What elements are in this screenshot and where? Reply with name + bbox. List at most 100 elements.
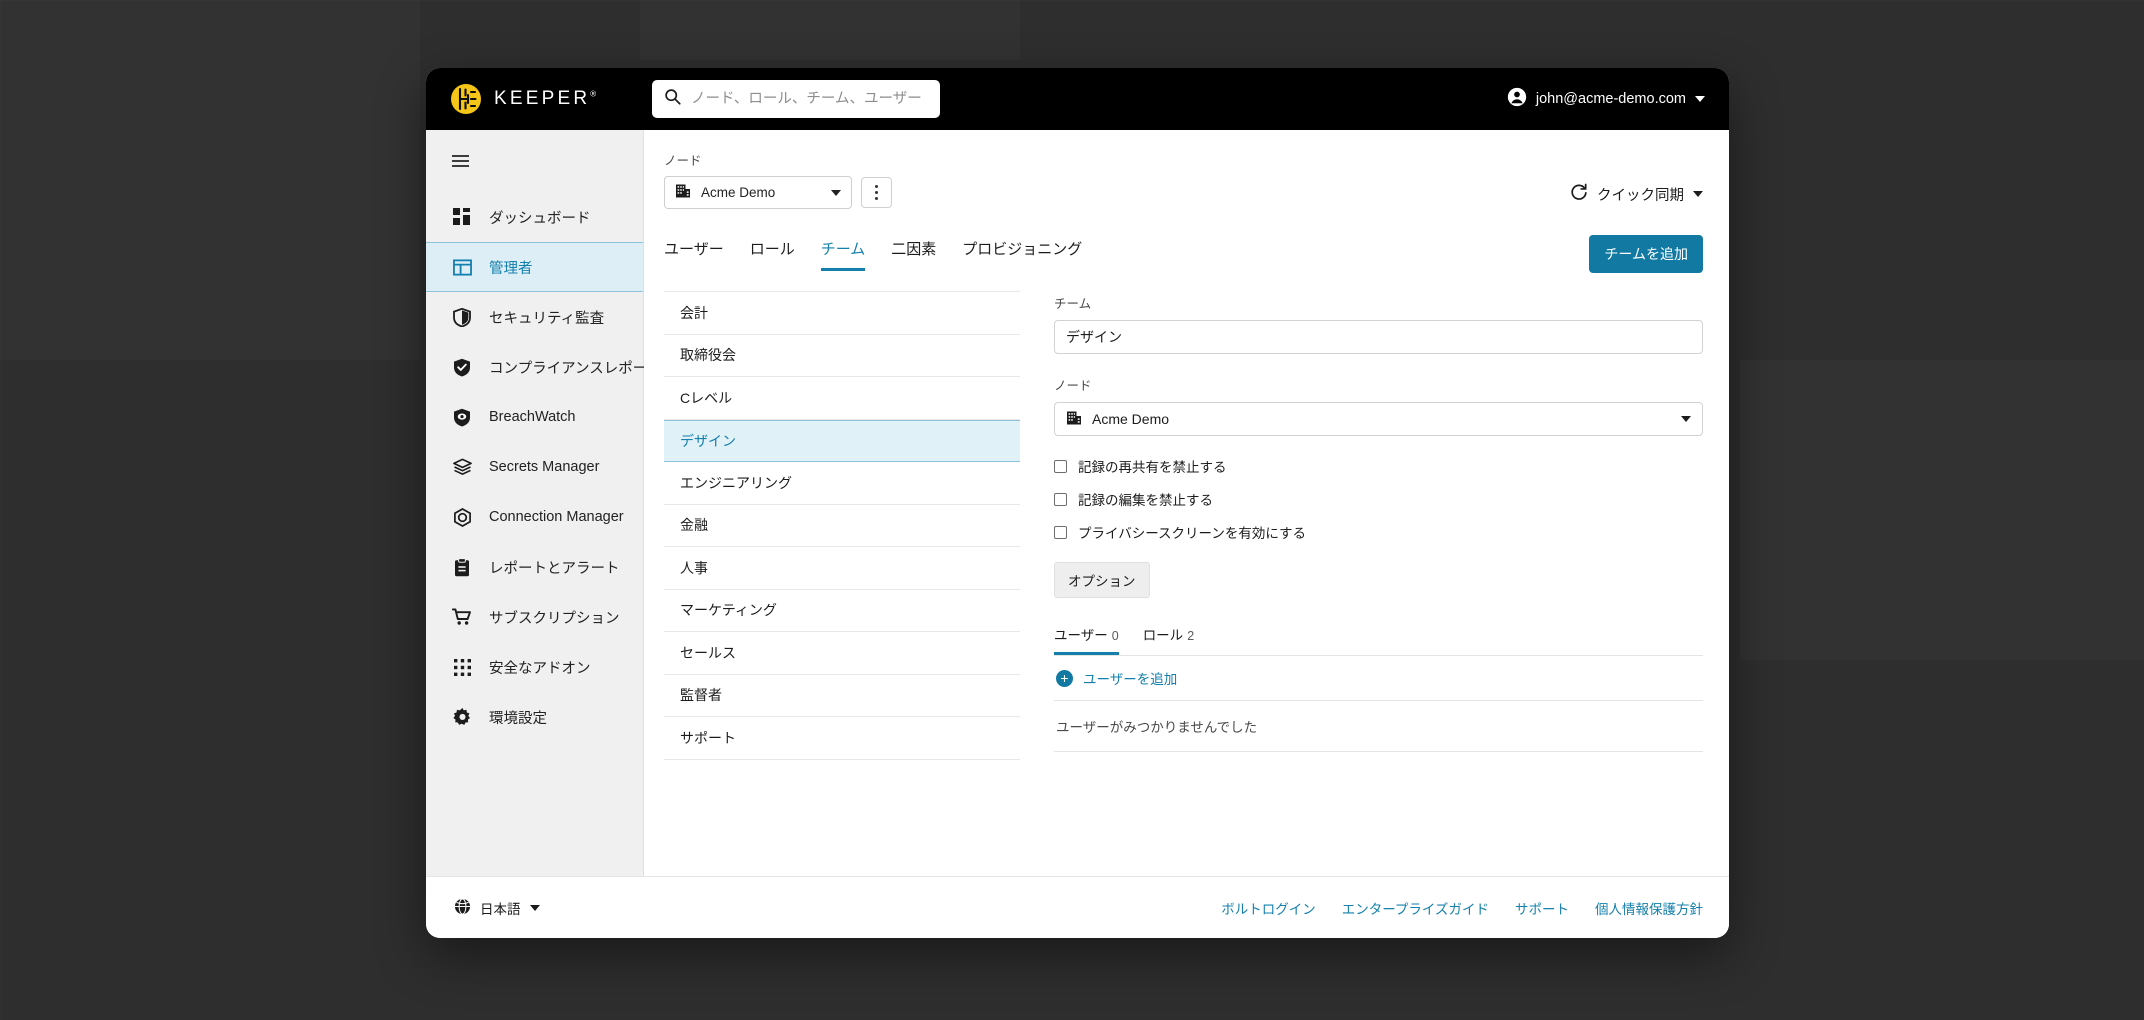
- options-button[interactable]: オプション: [1054, 562, 1150, 598]
- team-list-item[interactable]: セールス: [664, 632, 1020, 675]
- sidebar-item-security-audit[interactable]: セキュリティ監査: [426, 292, 643, 342]
- sidebar-item-breachwatch[interactable]: BreachWatch: [426, 392, 643, 442]
- sidebar-item-label: BreachWatch: [489, 409, 576, 425]
- sidebar-nav-list: ダッシュボード 管理者 セキュリティ監査 コンプライアンスレポート Breach…: [426, 192, 662, 742]
- tab-provisioning[interactable]: プロビジョニング: [962, 238, 1082, 271]
- global-search-box[interactable]: [652, 80, 940, 118]
- chevron-down-icon: [1693, 191, 1703, 197]
- quick-sync-label: クイック同期: [1597, 187, 1684, 204]
- team-list-item[interactable]: 取締役会: [664, 335, 1020, 377]
- detail-node-select[interactable]: Acme Demo: [1054, 402, 1703, 436]
- chevron-down-icon: [529, 904, 540, 911]
- globe-icon: [454, 897, 471, 918]
- footer-link-privacy-policy[interactable]: 個人情報保護方針: [1595, 898, 1703, 918]
- checkbox-box-icon[interactable]: [1054, 459, 1067, 473]
- checkbox-label: プライバシースクリーンを有効にする: [1078, 526, 1307, 541]
- checkbox-box-icon[interactable]: [1054, 492, 1067, 506]
- team-list-item[interactable]: 金融: [664, 505, 1020, 547]
- sidebar-item-admin[interactable]: 管理者: [426, 242, 643, 292]
- sidebar-item-secure-addons[interactable]: 安全なアドオン: [426, 642, 643, 692]
- sidebar-item-reports-alerts[interactable]: レポートとアラート: [426, 542, 643, 592]
- team-list-item[interactable]: 監督者: [664, 675, 1020, 717]
- checkbox-enable-privacy-screen[interactable]: プライバシースクリーンを有効にする: [1054, 522, 1703, 542]
- sidebar-item-preferences[interactable]: 環境設定: [426, 692, 643, 742]
- brand-trademark: ®: [590, 89, 597, 99]
- app-footer: 日本語 ボルトログイン エンタープライズガイド サポート 個人情報保護方針: [426, 876, 1729, 938]
- team-members-subtabs: ユーザー 0 ロール 2: [1054, 624, 1703, 656]
- team-list-item-selected[interactable]: デザイン: [664, 419, 1020, 462]
- team-list-item[interactable]: Cレベル: [664, 377, 1020, 420]
- team-name-input[interactable]: [1054, 320, 1703, 354]
- plus-circle-icon: +: [1056, 669, 1073, 687]
- team-list-item[interactable]: エンジニアリング: [664, 462, 1020, 505]
- brand-logo[interactable]: KEEPER®: [426, 83, 644, 115]
- gear-icon: [452, 707, 472, 727]
- sidebar-item-connection-manager[interactable]: Connection Manager: [426, 492, 643, 542]
- detail-node-value: Acme Demo: [1092, 411, 1170, 427]
- clipboard-icon: [452, 557, 472, 577]
- sidebar-item-label: ダッシュボード: [489, 210, 591, 227]
- node-more-options-button[interactable]: [861, 177, 892, 208]
- add-user-button[interactable]: + ユーザーを追加: [1054, 656, 1703, 701]
- node-selector-row: Acme Demo: [664, 176, 892, 209]
- checkbox-disable-editing[interactable]: 記録の編集を禁止する: [1054, 489, 1703, 509]
- user-account-menu[interactable]: john@acme-demo.com: [1507, 87, 1705, 111]
- shield-eye-icon: [452, 407, 472, 427]
- building-icon: [1066, 410, 1082, 429]
- detail-node-label: ノード: [1054, 379, 1092, 393]
- team-list-item[interactable]: サポート: [664, 717, 1020, 760]
- sidebar-item-subscription[interactable]: サブスクリプション: [426, 592, 643, 642]
- teams-panels: 会計 取締役会 Cレベル デザイン エンジニアリング 金融 人事 マーケティング…: [664, 291, 1703, 876]
- chevron-down-icon: [831, 189, 841, 196]
- node-label: ノード: [664, 154, 702, 168]
- language-selector[interactable]: 日本語: [454, 897, 540, 918]
- checkbox-label: 記録の再共有を禁止する: [1078, 460, 1227, 475]
- sidebar-item-compliance-report[interactable]: コンプライアンスレポート: [426, 342, 662, 392]
- tab-users[interactable]: ユーザー: [664, 238, 724, 271]
- subtab-roles-label: ロール: [1142, 628, 1184, 643]
- team-list-item[interactable]: マーケティング: [664, 590, 1020, 632]
- building-icon: [675, 183, 691, 202]
- language-label: 日本語: [480, 901, 521, 917]
- quick-sync-button[interactable]: クイック同期: [1570, 183, 1703, 209]
- sidebar-item-label: Connection Manager: [489, 509, 624, 525]
- shield-check-icon: [452, 357, 472, 377]
- node-select[interactable]: Acme Demo: [664, 176, 852, 209]
- hamburger-menu-icon[interactable]: [426, 140, 469, 184]
- sidebar-item-dashboard[interactable]: ダッシュボード: [426, 192, 643, 242]
- node-selector-block: ノード Acme Demo: [664, 150, 892, 209]
- tab-two-factor[interactable]: 二因素: [891, 238, 936, 271]
- chevron-down-icon: [1681, 416, 1691, 422]
- tab-teams[interactable]: チーム: [820, 238, 866, 271]
- admin-tabs-row: ユーザー ロール チーム 二因素 プロビジョニング チームを追加: [664, 235, 1703, 273]
- footer-links: ボルトログイン エンタープライズガイド サポート 個人情報保護方針: [1221, 898, 1703, 918]
- checkbox-disable-resharing[interactable]: 記録の再共有を禁止する: [1054, 456, 1703, 476]
- shield-outline-icon: [452, 307, 472, 327]
- main-sidebar: ダッシュボード 管理者 セキュリティ監査 コンプライアンスレポート Breach…: [426, 130, 662, 876]
- sidebar-item-secrets-manager[interactable]: Secrets Manager: [426, 442, 643, 492]
- dashboard-grid-icon: [452, 207, 472, 227]
- footer-link-support[interactable]: サポート: [1515, 898, 1569, 918]
- subtab-roles-count: 2: [1187, 629, 1195, 643]
- footer-link-enterprise-guide[interactable]: エンタープライズガイド: [1342, 898, 1489, 918]
- brand-name: KEEPER®: [494, 88, 597, 109]
- team-list-item[interactable]: 会計: [664, 292, 1020, 335]
- tab-roles[interactable]: ロール: [750, 238, 795, 271]
- sidebar-item-label: サブスクリプション: [489, 610, 620, 627]
- desktop-texture-patch: [1740, 360, 2144, 660]
- team-list-item[interactable]: 人事: [664, 547, 1020, 590]
- subtab-users-label: ユーザー: [1054, 628, 1108, 643]
- footer-link-vault-login[interactable]: ボルトログイン: [1221, 898, 1316, 918]
- main-content: ノード Acme Demo クイック同期 ユーザー ロール チーム 二因素 プロ…: [644, 130, 1729, 876]
- more-vertical-icon: [875, 191, 878, 194]
- top-header-bar: KEEPER® john@acme-demo.com: [426, 68, 1729, 130]
- more-vertical-icon: [875, 185, 878, 188]
- subtab-users-count: 0: [1111, 629, 1119, 643]
- subtab-roles[interactable]: ロール 2: [1143, 624, 1194, 655]
- add-team-button[interactable]: チームを追加: [1589, 235, 1703, 273]
- team-list: 会計 取締役会 Cレベル デザイン エンジニアリング 金融 人事 マーケティング…: [664, 291, 1020, 876]
- admin-tabs: ユーザー ロール チーム 二因素 プロビジョニング: [664, 238, 1082, 271]
- checkbox-box-icon[interactable]: [1054, 525, 1067, 539]
- search-input[interactable]: [691, 91, 928, 107]
- subtab-users[interactable]: ユーザー 0: [1054, 624, 1119, 655]
